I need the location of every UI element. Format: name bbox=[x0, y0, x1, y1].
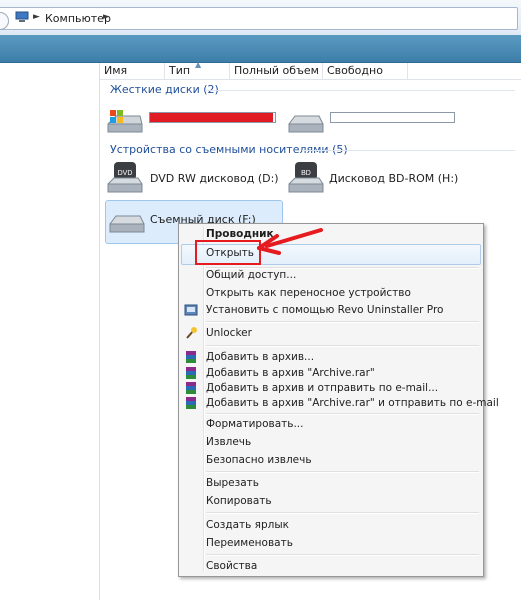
menu-separator bbox=[206, 345, 479, 347]
navigation-pane bbox=[0, 63, 100, 600]
winrar-icon bbox=[186, 397, 196, 409]
system-drive-icon[interactable] bbox=[106, 108, 144, 136]
winrar-icon bbox=[186, 351, 196, 363]
dvd-badge: DVD bbox=[118, 170, 133, 177]
computer-icon bbox=[15, 11, 29, 22]
command-toolbar bbox=[0, 35, 521, 63]
unlocker-wand-icon bbox=[186, 327, 197, 339]
highlight-box bbox=[195, 240, 261, 265]
context-menu: Проводник Открыть Общий доступ... Открыт… bbox=[178, 223, 499, 577]
menu-item-create-shortcut[interactable]: Создать ярлык bbox=[206, 516, 289, 534]
drive-c-usage-bar bbox=[149, 112, 276, 123]
menu-item-format[interactable]: Форматировать... bbox=[206, 415, 303, 433]
menu-item-rename[interactable]: Переименовать bbox=[206, 534, 293, 552]
bd-badge: BD bbox=[301, 170, 311, 177]
breadcrumb-separator[interactable]: ► bbox=[33, 12, 40, 22]
menu-item-add-to-archive-rar-email[interactable]: Добавить в архив "Archive.rar" и отправи… bbox=[206, 394, 499, 412]
drive-e-usage-bar bbox=[330, 112, 455, 123]
hard-drive-icon[interactable] bbox=[287, 112, 325, 136]
winrar-icon bbox=[186, 382, 196, 394]
column-total-size[interactable]: Полный объем bbox=[230, 63, 323, 79]
menu-item-eject[interactable]: Извлечь bbox=[206, 433, 251, 451]
menu-separator bbox=[206, 321, 479, 323]
menu-separator bbox=[206, 471, 479, 473]
back-button-icon[interactable] bbox=[0, 12, 9, 30]
menu-item-safely-remove[interactable]: Безопасно извлечь bbox=[206, 451, 312, 469]
menu-icon-gutter bbox=[203, 226, 205, 572]
annotation-arrow-icon bbox=[257, 228, 323, 255]
menu-separator bbox=[206, 554, 479, 556]
menu-item-revo-uninstaller[interactable]: Установить с помощью Revo Uninstaller Pr… bbox=[206, 301, 443, 319]
column-header: Имя Тип ▲ Полный объем Свободно bbox=[100, 60, 521, 80]
menu-item-unlocker[interactable]: Unlocker bbox=[206, 324, 252, 342]
menu-item-cut[interactable]: Вырезать bbox=[206, 474, 259, 492]
menu-item-sharing[interactable]: Общий доступ... bbox=[206, 266, 296, 284]
revo-uninstaller-icon bbox=[184, 304, 198, 316]
winrar-icon bbox=[186, 367, 196, 379]
removable-drive-icon[interactable] bbox=[108, 212, 146, 236]
column-free-space[interactable]: Свободно bbox=[323, 63, 408, 79]
breadcrumb-separator[interactable]: ► bbox=[103, 12, 110, 22]
menu-item-properties[interactable]: Свойства bbox=[206, 557, 257, 575]
column-name[interactable]: Имя bbox=[100, 63, 165, 79]
dvd-drive-label[interactable]: DVD RW дисковод (D:) bbox=[150, 172, 279, 185]
group-hard-disks[interactable]: Жесткие диски (2) bbox=[110, 83, 219, 96]
group-divider bbox=[205, 90, 515, 91]
menu-item-copy[interactable]: Копировать bbox=[206, 492, 272, 510]
drive-c-usage-fill bbox=[150, 113, 273, 122]
address-bar: ► Компьютер ► bbox=[0, 0, 521, 36]
breadcrumb-computer[interactable]: Компьютер bbox=[45, 12, 111, 25]
sort-arrow-icon: ▲ bbox=[195, 60, 202, 69]
group-divider bbox=[302, 150, 515, 151]
dvd-drive-icon[interactable]: DVD bbox=[106, 160, 144, 196]
menu-item-open-as-portable[interactable]: Открыть как переносное устройство bbox=[206, 284, 411, 302]
bd-drive-label[interactable]: Дисковод BD-ROM (H:) bbox=[329, 172, 458, 185]
menu-separator bbox=[206, 512, 479, 514]
address-field[interactable]: ► Компьютер ► bbox=[0, 7, 518, 30]
bd-drive-icon[interactable]: BD bbox=[287, 160, 325, 196]
